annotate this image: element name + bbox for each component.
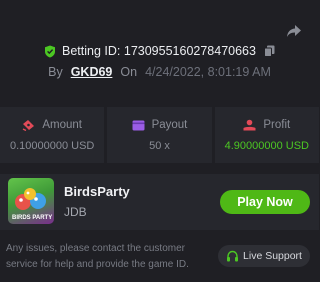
stat-amount-label: Amount <box>42 118 82 131</box>
game-art-icon: BIRDS PARTY <box>12 188 52 221</box>
game-card: BIRDS PARTY BirdsParty JDB Play Now <box>0 174 319 230</box>
betting-id-text: Betting ID: 1730955160278470663 <box>62 44 256 58</box>
game-thumbnail[interactable]: BIRDS PARTY <box>8 178 54 224</box>
bet-stats: Amount 0.10000000 USD Payout 50 x Profit… <box>0 107 319 163</box>
stat-payout: Payout 50 x <box>107 107 212 163</box>
betting-id-row: Betting ID: 1730955160278470663 <box>0 44 319 58</box>
live-support-button[interactable]: Live Support <box>218 245 310 267</box>
betting-id-value: 1730955160278470663 <box>123 44 256 58</box>
stat-amount-value: 0.10000000 USD <box>9 139 95 152</box>
wallet-icon <box>132 120 145 130</box>
live-support-label: Live Support <box>243 250 302 262</box>
username-link[interactable]: GKD69 <box>71 65 113 79</box>
share-icon[interactable] <box>285 22 303 40</box>
bet-author-row: By GKD69 On 4/24/2022, 8:01:19 AM <box>0 65 319 79</box>
amount-icon <box>23 119 35 131</box>
game-thumb-text: BIRDS PARTY <box>12 215 52 221</box>
stat-amount: Amount 0.10000000 USD <box>0 107 105 163</box>
stat-profit: Profit 4.90000000 USD <box>214 107 319 163</box>
stat-payout-label: Payout <box>151 118 188 131</box>
game-title: BirdsParty <box>64 184 130 199</box>
support-message: Any issues, please contact the customer … <box>6 243 189 270</box>
play-now-button[interactable]: Play Now <box>220 190 310 214</box>
shield-check-icon <box>45 45 56 57</box>
stat-profit-label: Profit <box>263 118 291 131</box>
stat-payout-value: 50 x <box>149 139 170 152</box>
by-label: By <box>48 65 63 79</box>
headset-icon <box>227 250 239 261</box>
on-label: On <box>120 65 138 79</box>
profit-icon <box>243 119 256 130</box>
betting-id-label: Betting ID: <box>62 44 121 58</box>
stat-profit-value: 4.90000000 USD <box>224 139 310 152</box>
game-provider: JDB <box>64 205 87 219</box>
bet-datetime: 4/24/2022, 8:01:19 AM <box>145 65 271 79</box>
copy-icon[interactable] <box>263 45 275 57</box>
